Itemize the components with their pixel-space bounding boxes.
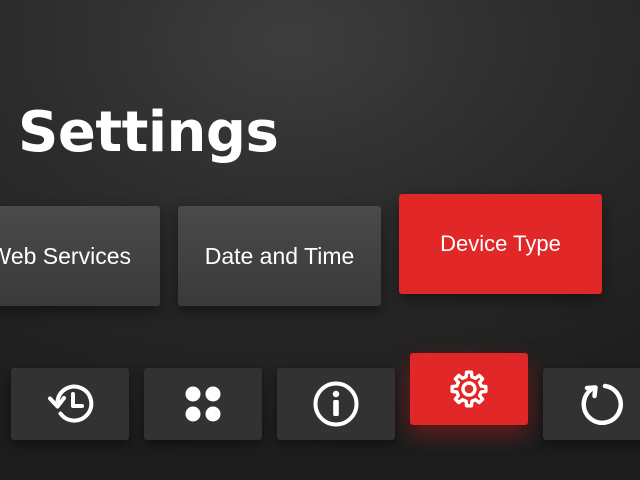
menu-card-label: Date and Time: [204, 242, 355, 269]
menu-card-label: Web Services: [0, 242, 131, 269]
history-icon: [46, 380, 94, 428]
settings-gear-icon: [447, 367, 491, 411]
menu-card-date-and-time[interactable]: Date and Time: [178, 206, 381, 306]
info-button[interactable]: [277, 368, 395, 440]
menu-card-web-services[interactable]: Web Services: [0, 206, 160, 306]
menu-card-device-type[interactable]: Device Type: [399, 194, 602, 294]
apps-grid-icon: [179, 380, 227, 428]
refresh-button[interactable]: [543, 368, 640, 440]
refresh-icon: [576, 378, 628, 430]
menu-card-label: Device Type: [440, 231, 561, 256]
info-icon: [311, 379, 361, 429]
history-button[interactable]: [11, 368, 129, 440]
settings-button[interactable]: [410, 353, 528, 425]
apps-button[interactable]: [144, 368, 262, 440]
page-title: Settings: [18, 100, 279, 165]
